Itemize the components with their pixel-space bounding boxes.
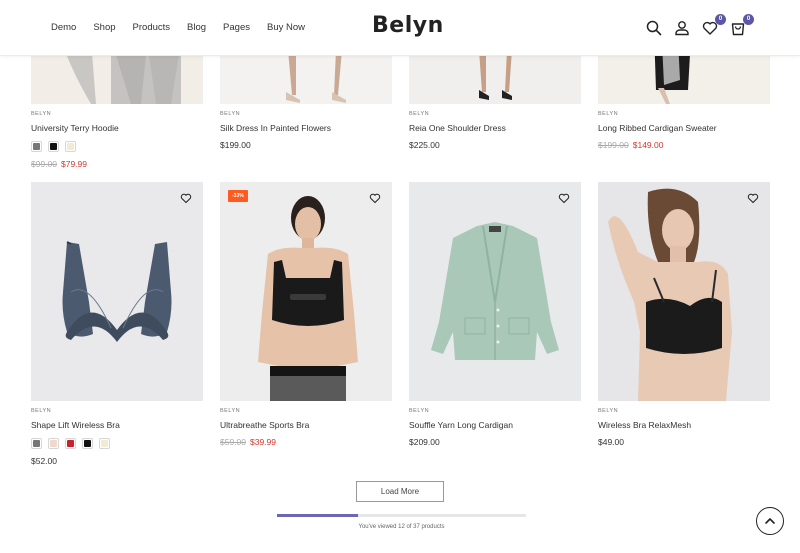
sale-price: $39.99 [250,437,276,447]
color-swatch[interactable] [48,141,59,152]
products-progress-bar [277,514,526,517]
product-card: BELYN Wireless Bra RelaxMesh $49.00 [598,182,770,447]
product-image[interactable] [31,182,203,401]
sale-price: $149.00 [632,140,664,150]
product-brand: BELYN [598,408,619,414]
old-price: $199.00 [598,140,629,150]
viewed-count-text: You've viewed 12 of 37 products [358,524,445,530]
product-price: $99.00 $79.99 [31,159,203,169]
product-name[interactable]: Silk Dress In Painted Flowers [220,123,392,133]
product-price: $209.00 [409,437,581,447]
product-price: $199.00 $149.00 [598,140,770,150]
site-header: Demo Shop Products Blog Pages Buy Now Be… [0,0,800,56]
site-logo[interactable]: Belyn [372,13,444,38]
product-name[interactable]: Ultrabreathe Sports Bra [220,420,392,430]
price: $209.00 [409,437,440,447]
nav-pages[interactable]: Pages [223,22,250,33]
product-brand: BELYN [409,111,430,117]
product-image[interactable] [409,182,581,401]
color-swatch[interactable] [65,141,76,152]
product-name[interactable]: Long Ribbed Cardigan Sweater [598,123,770,133]
cart-icon[interactable]: 0 [729,14,754,37]
nav-buy-now[interactable]: Buy Now [267,22,305,33]
product-brand: BELYN [409,408,430,414]
old-price: $99.00 [31,159,57,169]
price: $49.00 [598,437,624,447]
account-icon[interactable] [673,19,691,37]
price: $52.00 [31,456,57,466]
price: $225.00 [409,140,440,150]
old-price: $59.00 [220,437,246,447]
cart-count-badge: 0 [743,14,754,25]
progress-fill [277,514,358,517]
nav-blog[interactable]: Blog [187,22,206,33]
product-brand: BELYN [31,111,52,117]
color-swatches [31,141,203,152]
wishlist-heart-icon[interactable] [747,192,759,204]
product-card: BELYN Souffle Yarn Long Cardigan $209.00 [409,182,581,447]
product-price: $225.00 [409,140,581,150]
sale-price: $79.99 [61,159,87,169]
color-swatch[interactable] [99,438,110,449]
wishlist-heart-icon[interactable] [369,192,381,204]
product-brand: BELYN [31,408,52,414]
product-name[interactable]: Reia One Shoulder Dress [409,123,581,133]
product-card: -33% BELYN Ultrabreathe Sports Bra $59.0… [220,182,392,447]
product-price: $52.00 [31,456,203,466]
product-brand: BELYN [220,111,241,117]
main-nav: Demo Shop Products Blog Pages Buy Now [51,22,322,33]
color-swatch[interactable] [48,438,59,449]
back-to-top-button[interactable] [756,507,784,535]
product-price: $59.00 $39.99 [220,437,392,447]
chevron-up-icon [765,518,775,524]
color-swatch[interactable] [31,438,42,449]
product-price: $49.00 [598,437,770,447]
product-image[interactable]: -33% [220,182,392,401]
wishlist-count-badge: 0 [715,14,726,25]
color-swatches [31,438,203,449]
product-image[interactable] [598,182,770,401]
product-brand: BELYN [220,408,241,414]
nav-shop[interactable]: Shop [93,22,115,33]
product-price: $199.00 [220,140,392,150]
wishlist-heart-icon[interactable] [558,192,570,204]
nav-demo[interactable]: Demo [51,22,76,33]
color-swatch[interactable] [82,438,93,449]
product-brand: BELYN [598,111,619,117]
product-name[interactable]: Wireless Bra RelaxMesh [598,420,770,430]
color-swatch[interactable] [31,141,42,152]
color-swatch[interactable] [65,438,76,449]
product-name[interactable]: University Terry Hoodie [31,123,203,133]
search-icon[interactable] [645,19,663,37]
product-card: BELYN Shape Lift Wireless Bra $52.00 [31,182,203,466]
discount-badge: -33% [228,190,248,202]
product-name[interactable]: Souffle Yarn Long Cardigan [409,420,581,430]
price: $199.00 [220,140,251,150]
load-more-button[interactable]: Load More [356,481,444,502]
nav-products[interactable]: Products [133,22,171,33]
wishlist-icon[interactable]: 0 [701,14,726,37]
wishlist-heart-icon[interactable] [180,192,192,204]
product-name[interactable]: Shape Lift Wireless Bra [31,420,203,430]
